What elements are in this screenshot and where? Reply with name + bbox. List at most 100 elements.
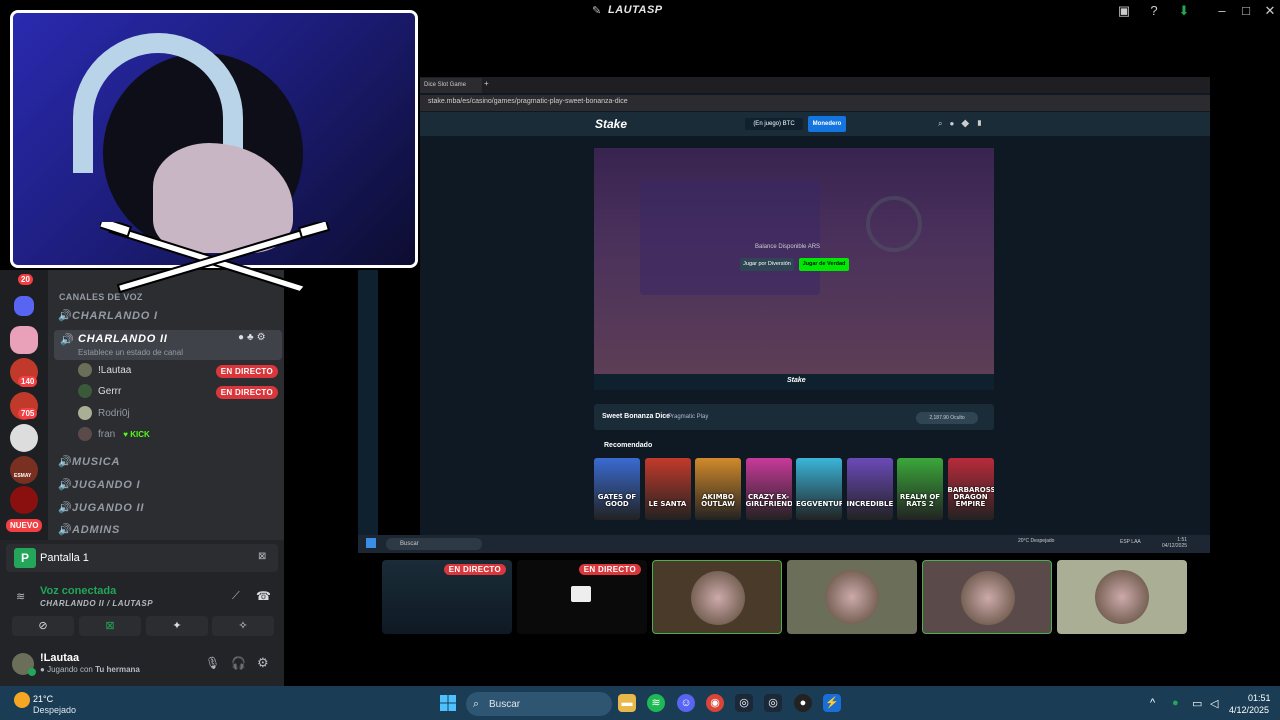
voice-channel-path[interactable]: CHARLANDO II / LAUTASP xyxy=(40,599,153,608)
stream-tile[interactable] xyxy=(922,560,1052,634)
voice-member[interactable]: Rodri0j xyxy=(78,404,278,424)
help-icon[interactable]: ? xyxy=(1144,2,1164,20)
voice-member[interactable]: !Lautaa EN DIRECTO xyxy=(78,361,278,381)
avatar xyxy=(1095,570,1149,624)
folder-icon[interactable] xyxy=(14,296,34,316)
maximize-button[interactable]: □ xyxy=(1236,2,1256,20)
channel-name: JUGANDO I xyxy=(72,479,141,491)
voice-member[interactable]: fran ♥ KICK xyxy=(78,425,278,445)
stream-tile[interactable] xyxy=(1057,560,1187,634)
game-card[interactable]: AKIMBO OUTLAW xyxy=(695,458,741,520)
file-explorer-icon[interactable]: ▬ xyxy=(618,694,636,712)
weather-sun-icon[interactable] xyxy=(14,692,30,708)
server-icon[interactable] xyxy=(10,326,38,354)
stake-nav-icons[interactable]: ⌕●◆▮ xyxy=(938,119,989,129)
browser-tab[interactable]: Dice Slot Game xyxy=(420,78,482,93)
steam-icon[interactable]: ◎ xyxy=(735,694,753,712)
voice-member[interactable]: Gerrr EN DIRECTO xyxy=(78,382,278,402)
speaker-icon: 🔊 xyxy=(58,479,73,491)
game-card[interactable]: EGGVENTURE xyxy=(796,458,842,520)
channel-action-icons[interactable]: ●♣⚙ xyxy=(238,332,269,343)
clock-date[interactable]: 4/12/2025 xyxy=(1229,705,1269,715)
game-toolbar-logo: Stake xyxy=(787,377,806,384)
stream-tile[interactable] xyxy=(652,560,782,634)
recommended-title: Recomendado xyxy=(604,442,653,449)
live-badge: EN DIRECTO xyxy=(215,386,278,399)
play-demo-button[interactable]: Jugar por Diversión xyxy=(740,258,794,271)
game-card[interactable]: INCREDIBLE xyxy=(846,458,893,520)
voice-channel-admins[interactable]: 🔊ADMINS xyxy=(58,520,280,540)
inner-weather: 20°C Despejado xyxy=(1018,538,1055,544)
wallet-button[interactable]: Monedero xyxy=(808,116,846,132)
voice-channel-jugando-i[interactable]: 🔊JUGANDO I xyxy=(58,475,280,495)
game-card-title: REALM OF RATS 2 xyxy=(899,493,941,508)
taskbar-search[interactable] xyxy=(466,692,612,716)
spotify-icon[interactable]: ≋ xyxy=(647,694,665,712)
stream-tile[interactable] xyxy=(787,560,917,634)
game-card-title: LE SANTA xyxy=(648,500,687,508)
user-status-prefix: Jugando con xyxy=(47,665,93,674)
game-card-title: CRAZY EX-GIRLFRIEND xyxy=(745,493,792,508)
volume-icon[interactable]: ◁ xyxy=(1210,697,1218,710)
tray-chevron-icon[interactable]: ^ xyxy=(1150,697,1155,709)
activities-button[interactable]: ✦ xyxy=(146,616,208,636)
stream-tile[interactable]: EN DIRECTO xyxy=(382,560,512,634)
weather-temperature[interactable]: 21°C xyxy=(33,694,53,704)
download-icon[interactable]: ⬇ xyxy=(1174,2,1194,20)
clock-time[interactable]: 01:51 xyxy=(1248,693,1271,703)
game-card[interactable]: BARBAROSSA: DRAGON EMPIRE xyxy=(947,458,994,520)
game-card[interactable]: REALM OF RATS 2 xyxy=(897,458,943,520)
speaker-icon: 🔊 xyxy=(58,502,73,514)
voice-connected-status[interactable]: Voz conectada xyxy=(40,585,116,597)
server-icon[interactable] xyxy=(10,456,38,484)
settings-icon[interactable]: ⚙ xyxy=(257,655,269,671)
chrome-icon[interactable]: ◉ xyxy=(706,694,724,712)
mic-icon[interactable]: 🎙 xyxy=(205,656,220,670)
soundboard-button[interactable]: ✧ xyxy=(212,616,274,636)
stake-balance[interactable]: (En juego) BTC xyxy=(745,118,803,130)
screen-share-button[interactable]: ⊠ xyxy=(79,616,141,636)
search-placeholder: Buscar xyxy=(489,699,521,710)
game-card[interactable]: CRAZY EX-GIRLFRIEND xyxy=(745,458,792,520)
window-title: LAUTASP xyxy=(608,4,663,16)
server-icon[interactable] xyxy=(10,424,38,452)
live-badge: EN DIRECTO xyxy=(443,564,506,575)
noise-suppression-icon[interactable]: ⟋ xyxy=(232,590,240,603)
member-name: Rodri0j xyxy=(98,408,130,419)
member-name: Gerrr xyxy=(98,386,122,397)
steam-icon[interactable]: ◎ xyxy=(764,694,782,712)
game-card[interactable]: GATES OF GOOD xyxy=(594,458,640,520)
obs-icon[interactable]: ● xyxy=(794,694,812,712)
channel-name: CHARLANDO II xyxy=(78,333,168,345)
loading-spinner-icon xyxy=(866,196,922,252)
stream-close-icon[interactable]: ⊠ xyxy=(258,551,266,562)
game-provider[interactable]: Pragmatic Play xyxy=(668,414,708,420)
mic-tray-icon[interactable]: ● xyxy=(1172,697,1179,709)
server-rail xyxy=(0,270,48,540)
camera-button[interactable]: ⊘ xyxy=(12,616,74,636)
game-card[interactable]: LE SANTA xyxy=(644,458,691,520)
network-icon[interactable]: ▭ xyxy=(1192,697,1202,710)
play-real-button[interactable]: Jugar de Verdad xyxy=(799,258,849,271)
channel-status[interactable]: Establece un estado de canal xyxy=(78,348,183,357)
voice-channel-jugando-ii[interactable]: 🔊JUGANDO II xyxy=(58,498,280,518)
search-icon: ⌕ xyxy=(473,698,480,710)
start-icon[interactable] xyxy=(440,695,456,711)
stream-tile[interactable]: EN DIRECTO xyxy=(517,560,647,634)
discord-icon[interactable]: ☺ xyxy=(677,694,695,712)
disconnect-icon[interactable]: ☎ xyxy=(256,589,271,603)
minimize-button[interactable]: – xyxy=(1212,2,1232,20)
game-card-title: GATES OF GOOD xyxy=(597,493,637,508)
server-label: ESMAY xyxy=(14,473,32,479)
server-icon[interactable] xyxy=(10,486,38,514)
new-tab-icon[interactable]: + xyxy=(484,79,489,88)
close-button[interactable]: ✕ xyxy=(1260,2,1280,20)
weather-description[interactable]: Despejado xyxy=(33,705,76,715)
headphones-icon[interactable]: 🎧 xyxy=(231,656,246,670)
live-badge: EN DIRECTO xyxy=(578,564,641,575)
voice-channel-charlando-i[interactable]: 🔊CHARLANDO I xyxy=(58,306,280,326)
app-icon[interactable]: ⚡ xyxy=(823,694,841,712)
stake-logo[interactable]: Stake xyxy=(595,117,627,131)
voice-channel-musica[interactable]: 🔊MUSICA xyxy=(58,452,280,472)
screen-share-icon[interactable]: ▣ xyxy=(1114,2,1134,20)
